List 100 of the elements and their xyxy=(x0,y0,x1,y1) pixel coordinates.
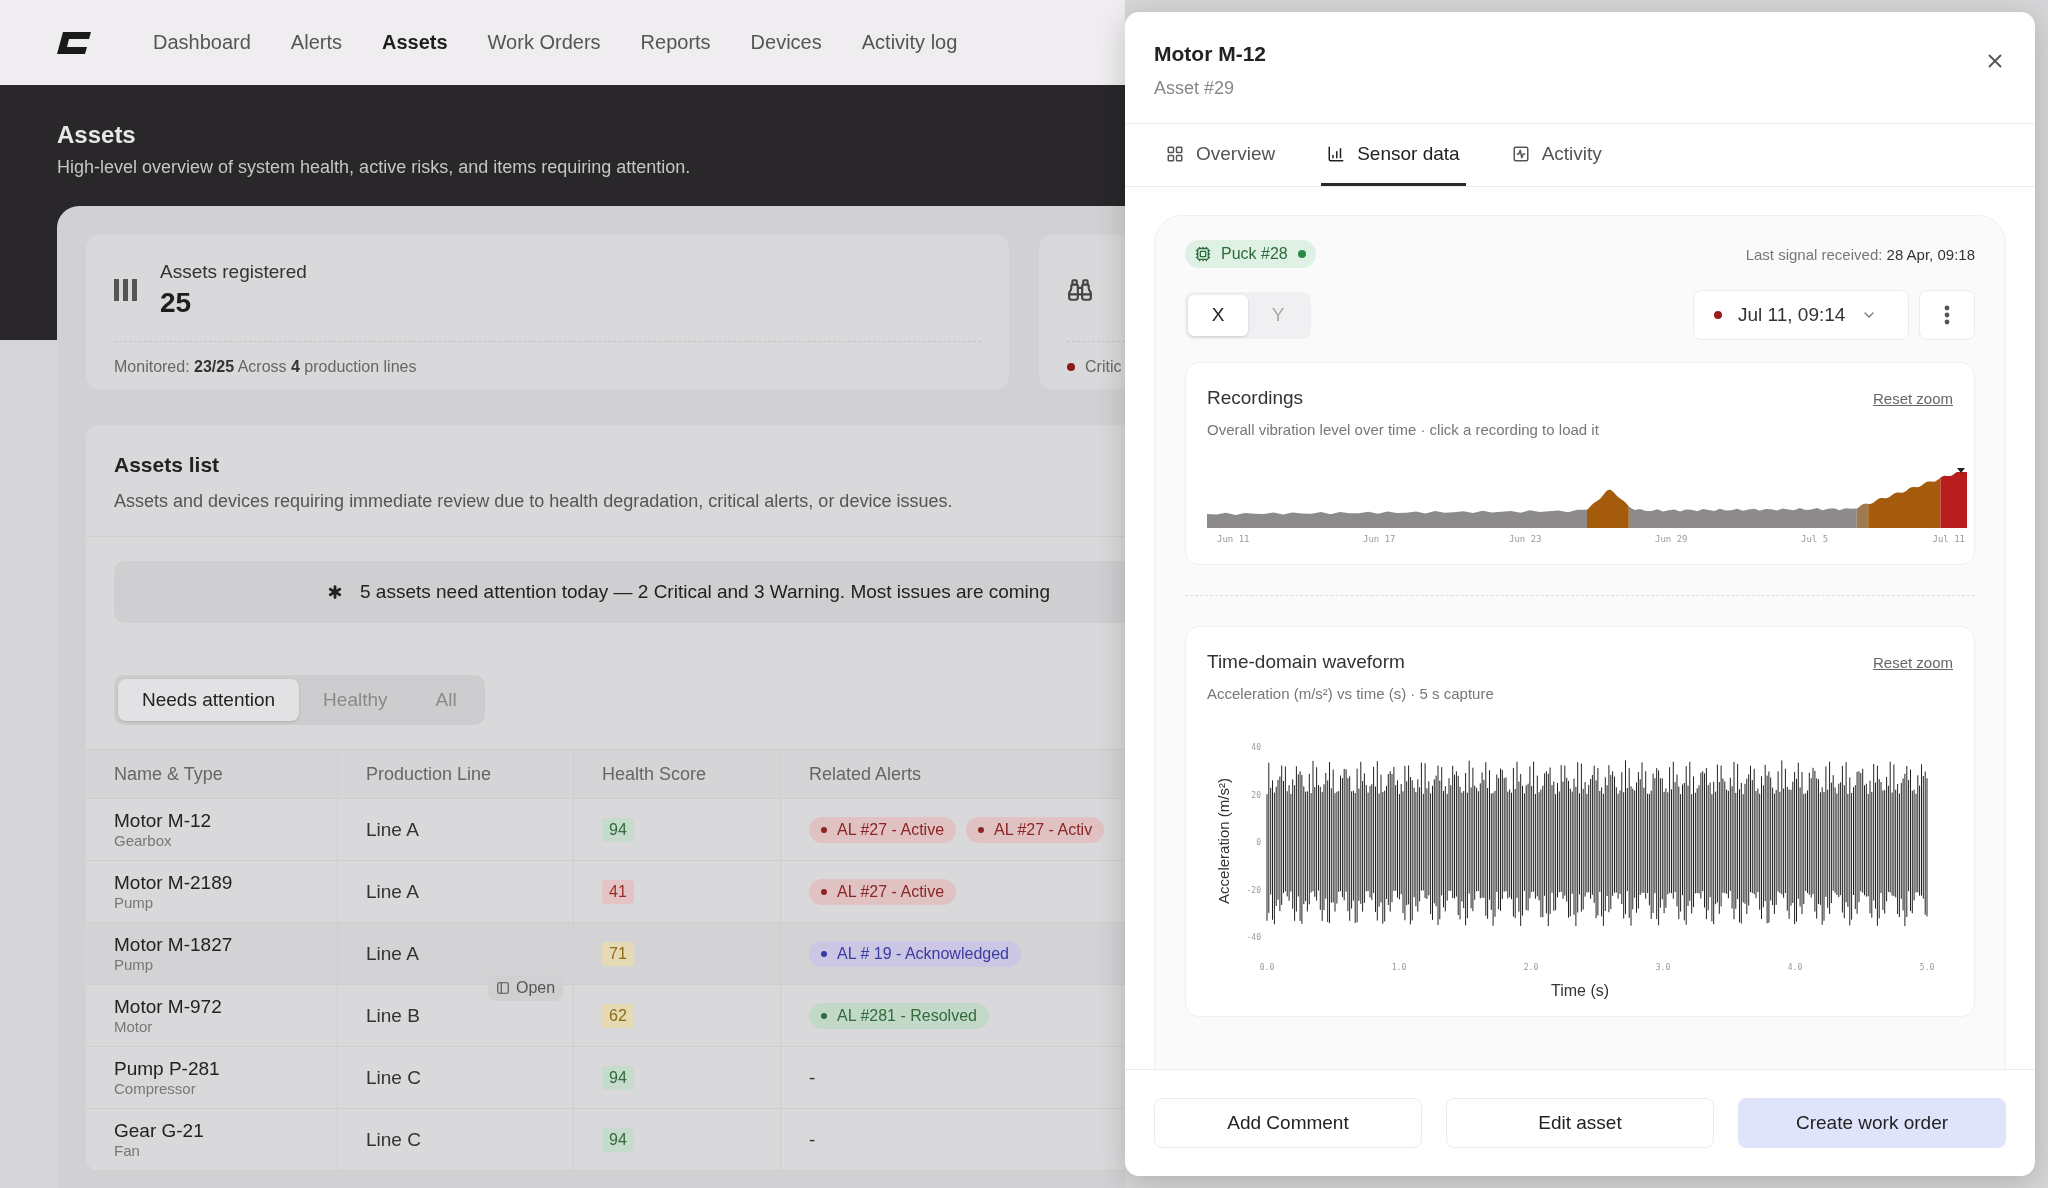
y-axis-label: Acceleration (m/s²) xyxy=(1215,778,1232,904)
action-button[interactable]: Create work order xyxy=(1738,1098,2006,1148)
nav-link[interactable]: Devices xyxy=(750,31,822,54)
banner-text: 5 assets need attention today — 2 Critical and 3 Warning. Most issues are coming xyxy=(360,581,1050,603)
card-title: Time-domain waveform xyxy=(1207,651,1405,673)
nav-link[interactable]: Alerts xyxy=(290,31,342,54)
column-header: Related Alerts xyxy=(781,749,1125,799)
last-signal: Last signal received: 28 Apr, 09:18 xyxy=(1745,245,1975,263)
axis-tick: Jul 11 xyxy=(1932,534,1965,544)
axis-tick: -40 xyxy=(1246,933,1261,942)
recording-select[interactable]: Jul 11, 09:14 xyxy=(1693,290,1909,340)
alert-tag[interactable]: AL #27 - Activ xyxy=(966,816,1105,843)
table-cell: Line B xyxy=(366,1004,420,1027)
axis-tick: 4.0 xyxy=(1787,963,1803,972)
asset-name: Motor M-972 xyxy=(114,996,222,1018)
axis-tick: Jun 11 xyxy=(1217,534,1250,544)
axis-tick: Jun 29 xyxy=(1655,534,1688,544)
status-dot xyxy=(1067,363,1075,371)
asset-type: Compressor xyxy=(114,1080,197,1097)
recording-dot xyxy=(1714,311,1722,319)
grid-icon xyxy=(1166,144,1184,163)
axis-tick: 0.0 xyxy=(1259,963,1275,972)
page-subtitle: High-level overview of system health, active risks, and items requiring attention. xyxy=(57,157,692,178)
pulse-icon xyxy=(1511,144,1530,163)
panel-icon xyxy=(496,981,510,995)
table-cell: Line A xyxy=(366,880,419,903)
x-axis-label: Time (s) xyxy=(1549,982,1611,1000)
table-cell: Line C xyxy=(366,1128,421,1151)
health-score: 62 xyxy=(602,1003,634,1028)
axis-tick: Jun 17 xyxy=(1363,534,1396,544)
table-cell: Line A xyxy=(366,818,419,841)
column-header: Production Line xyxy=(338,749,574,799)
table-cell: - xyxy=(809,1066,816,1089)
section-title: Assets list xyxy=(114,453,221,477)
asset-type: Fan xyxy=(114,1142,141,1159)
stat-footnote: Monitored: 23/25 Across 4 production lines xyxy=(114,358,417,376)
alert-tag[interactable]: AL #281 - Resolved xyxy=(809,1002,989,1029)
bar-chart-icon xyxy=(1327,144,1346,163)
health-score: 71 xyxy=(602,941,634,966)
stat-value: 25 xyxy=(160,287,193,319)
alert-tag[interactable]: AL #27 - Active xyxy=(809,878,957,905)
asset-type: Gearbox xyxy=(114,832,173,849)
alert-tag[interactable]: AL #27 - Active xyxy=(809,816,957,843)
asset-name: Pump P-281 xyxy=(114,1058,220,1080)
section-description: Assets and devices requiring immediate review due to health degradation, critical alerts, or device issues. xyxy=(114,491,954,512)
nav-link[interactable]: Dashboard xyxy=(153,31,251,54)
asset-type: Motor xyxy=(114,1018,154,1035)
health-score: 41 xyxy=(602,879,634,904)
device-badge: Puck #28 xyxy=(1185,240,1316,268)
axis-tick: 40 xyxy=(1251,743,1261,752)
filter-tab[interactable]: Needs attention xyxy=(118,679,300,721)
table-cell: Line A xyxy=(366,942,419,965)
asset-name: Motor M-2189 xyxy=(114,872,233,894)
health-score: 94 xyxy=(602,1065,634,1090)
drawer-tab[interactable]: Sensor data xyxy=(1321,124,1466,186)
axis-tick: 20 xyxy=(1251,790,1261,800)
stat-footnote: Critic xyxy=(1085,358,1122,376)
drawer-tab[interactable]: Overview xyxy=(1160,124,1282,186)
asset-type: Pump xyxy=(114,894,155,911)
column-header: Health Score xyxy=(574,749,781,799)
drawer-title: Motor M-12 xyxy=(1154,42,1266,66)
card-description: Acceleration (m/s²) vs time (s) · 5 s capture xyxy=(1207,685,1495,702)
reset-zoom-link[interactable]: Reset zoom xyxy=(1872,389,1953,407)
health-score: 94 xyxy=(602,1127,634,1152)
card-title: Recordings xyxy=(1207,387,1304,409)
asset-name: Motor M-12 xyxy=(114,810,212,832)
nav-link[interactable]: Activity log xyxy=(861,31,958,54)
axis-tick: Jul 5 xyxy=(1801,534,1829,544)
health-score: 94 xyxy=(602,817,634,842)
nav-link[interactable]: Assets xyxy=(381,31,448,54)
table-cell: Line C xyxy=(366,1066,421,1089)
axis-tick: 5.0 xyxy=(1919,963,1935,972)
reset-zoom-link[interactable]: Reset zoom xyxy=(1872,653,1953,671)
axis-tick: Jun 23 xyxy=(1509,534,1542,544)
axis-tick: -20 xyxy=(1246,885,1261,895)
axis-button[interactable]: X xyxy=(1188,294,1248,336)
stat-title: Assets registered xyxy=(160,261,307,283)
binoculars-icon xyxy=(1067,277,1093,303)
action-button[interactable]: Edit asset xyxy=(1446,1098,1714,1148)
page-title: Assets xyxy=(57,121,137,149)
more-icon xyxy=(1944,305,1950,325)
alert-tag[interactable]: AL # 19 - Acknowledged xyxy=(809,940,1021,967)
waveform-chart-drawing[interactable]: Acceleration (m/s²) 40 20 0 -20 -40 0.0 1.0 2.0 3.0 4.0 5.0 xyxy=(1207,736,1947,978)
columns-icon xyxy=(114,279,138,301)
axis-tick: 3.0 xyxy=(1655,963,1671,972)
table-cell: - xyxy=(809,1128,816,1151)
action-button[interactable]: Add Comment xyxy=(1154,1098,1422,1148)
drawer-tab[interactable]: Activity xyxy=(1505,124,1608,186)
drawer-subtitle: Asset #29 xyxy=(1154,78,1236,99)
nav-link[interactable]: Reports xyxy=(640,31,711,54)
column-header: Name & Type xyxy=(86,749,338,799)
asset-type: Pump xyxy=(114,956,155,973)
logo-icon xyxy=(57,31,91,54)
card-description: Overall vibration level over time · click a recording to load it xyxy=(1207,421,1600,438)
axis-tick: 2.0 xyxy=(1523,963,1539,972)
nav-link[interactable]: Work Orders xyxy=(487,31,601,54)
asset-name: Gear G-21 xyxy=(114,1120,204,1142)
axis-tick: 0 xyxy=(1256,838,1261,847)
asset-name: Motor M-1827 xyxy=(114,934,233,956)
axis-tick: 1.0 xyxy=(1391,963,1407,972)
